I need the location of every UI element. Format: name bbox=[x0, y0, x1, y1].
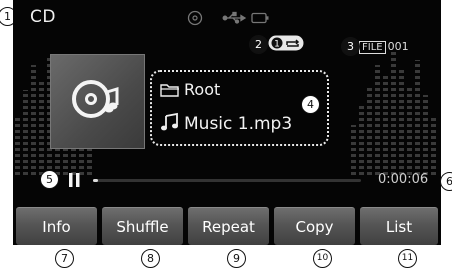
callout-8: 8 bbox=[141, 249, 160, 268]
copy-button[interactable]: Copy bbox=[274, 207, 355, 245]
progress-bar[interactable] bbox=[93, 179, 361, 182]
callout-10: 10 bbox=[313, 249, 332, 268]
source-title: CD bbox=[30, 7, 56, 27]
file-row: Music 1.mp3 bbox=[160, 112, 292, 134]
folder-name: Root bbox=[184, 80, 221, 99]
callout-9: 9 bbox=[227, 249, 246, 268]
album-art bbox=[50, 54, 145, 149]
file-tag-label: FILE bbox=[359, 41, 386, 54]
elapsed-time: 0:00:06 bbox=[378, 172, 429, 187]
pause-icon[interactable] bbox=[68, 171, 82, 193]
file-number: FILE 001 bbox=[359, 40, 409, 54]
repeat-one-indicator: 1 bbox=[268, 35, 304, 55]
shuffle-button[interactable]: Shuffle bbox=[102, 207, 183, 245]
folder-icon bbox=[160, 84, 179, 97]
callout-3: 3 bbox=[341, 37, 360, 56]
callout-6: 6 bbox=[440, 172, 452, 191]
status-icons bbox=[181, 8, 291, 32]
repeat-one-icon: 1 bbox=[268, 35, 304, 51]
progress-fill bbox=[93, 179, 99, 182]
disc-icon bbox=[187, 10, 203, 26]
info-button[interactable]: Info bbox=[16, 207, 97, 245]
cd-player-screen: CD 1 FILE 001 Root Music 1.mp3 0:00:06 I… bbox=[13, 0, 441, 245]
svg-text:1: 1 bbox=[274, 40, 280, 50]
list-button[interactable]: List bbox=[360, 207, 438, 245]
file-name: Music 1.mp3 bbox=[184, 114, 293, 134]
repeat-button[interactable]: Repeat bbox=[188, 207, 269, 245]
callout-4: 4 bbox=[301, 95, 320, 114]
file-number-value: 001 bbox=[387, 40, 409, 53]
music-note-icon bbox=[161, 112, 178, 131]
equalizer-graphic-right bbox=[311, 35, 441, 175]
callout-2: 2 bbox=[249, 35, 268, 54]
usb-icon bbox=[222, 11, 247, 24]
callout-5: 5 bbox=[40, 170, 59, 189]
button-bar: Info Shuffle Repeat Copy List bbox=[13, 207, 441, 245]
callout-11: 11 bbox=[398, 249, 417, 268]
music-disc-icon bbox=[72, 80, 119, 118]
battery-icon bbox=[251, 12, 269, 24]
callout-7: 7 bbox=[55, 249, 74, 268]
folder-row: Root bbox=[160, 80, 220, 99]
